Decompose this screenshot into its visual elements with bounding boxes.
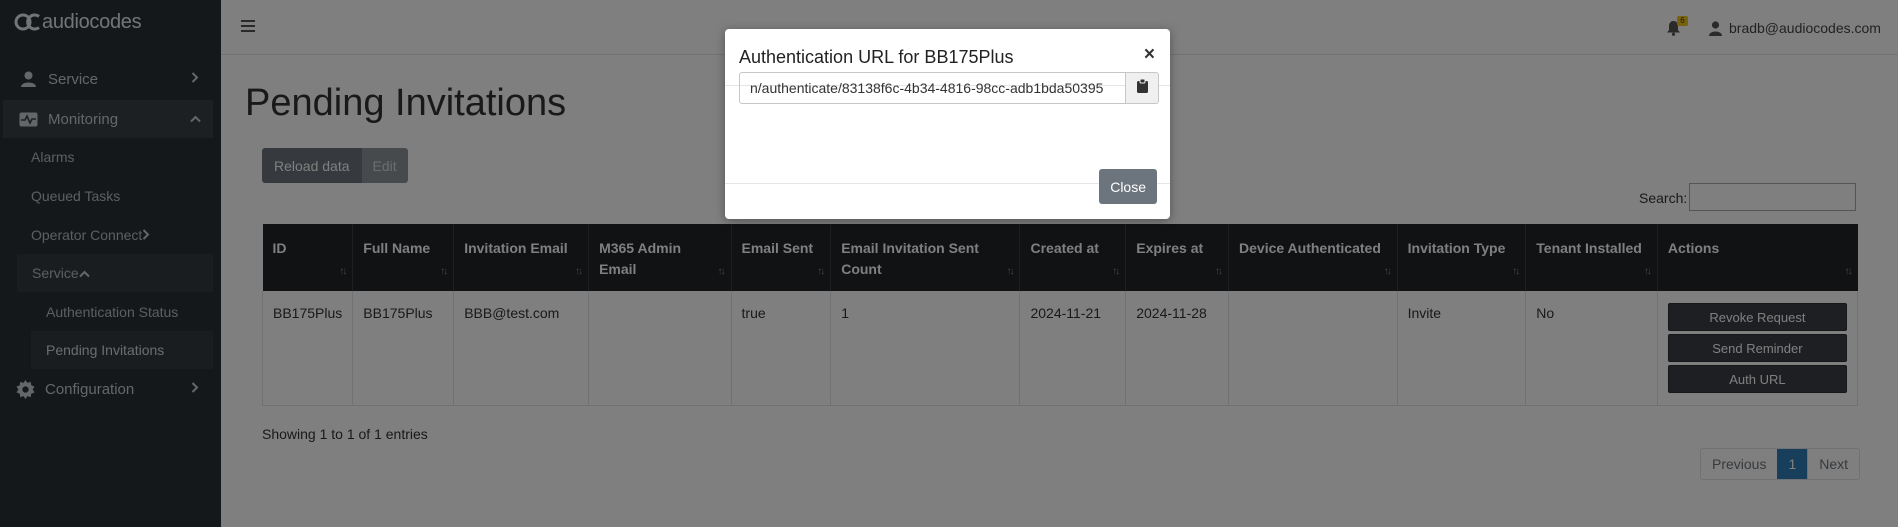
- modal-title: Authentication URL for BB175Plus: [739, 47, 1014, 67]
- clipboard-icon: [1136, 78, 1148, 98]
- modal-footer: Close: [725, 169, 1170, 219]
- close-button[interactable]: Close: [1099, 169, 1157, 204]
- copy-url-button[interactable]: [1126, 72, 1159, 104]
- auth-url-field[interactable]: n/authenticate/83138f6c-4b34-4816-98cc-a…: [739, 72, 1126, 104]
- auth-url-modal: Authentication URL for BB175Plus × n/aut…: [725, 29, 1170, 219]
- modal-close-icon[interactable]: ×: [1144, 45, 1155, 65]
